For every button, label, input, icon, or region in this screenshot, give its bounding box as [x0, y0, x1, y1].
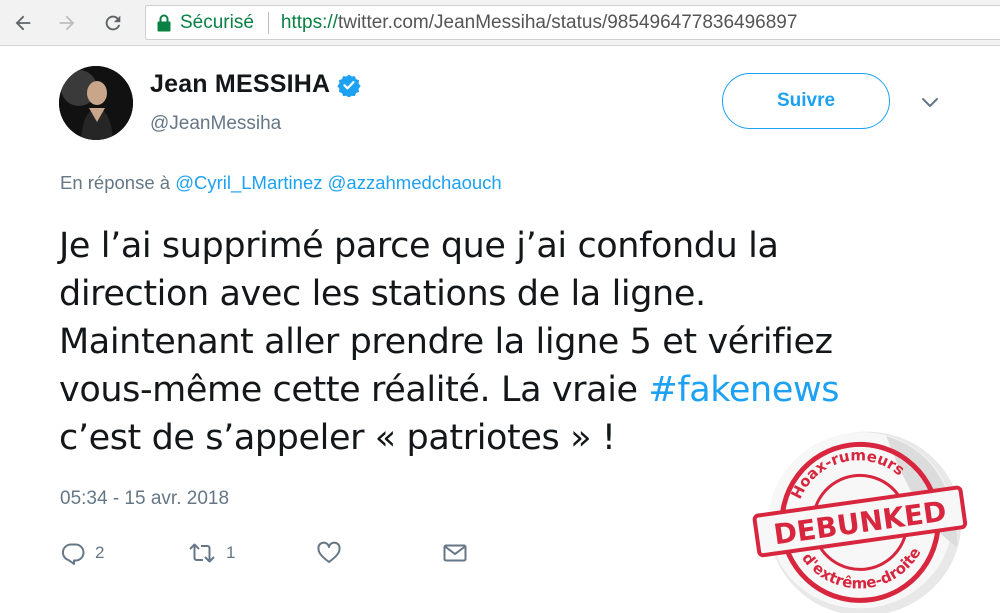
reload-button[interactable] [98, 8, 128, 38]
reply-count: 2 [95, 543, 105, 562]
secure-label: Sécurisé [180, 11, 254, 33]
reply-context: En réponse à @Cyril_LMartinez @azzahmedc… [60, 172, 502, 194]
reload-icon [105, 15, 121, 31]
forward-button[interactable] [52, 8, 82, 38]
tweet-text-line: Maintenant aller prendre la ligne 5 et v… [59, 322, 833, 362]
hashtag-link[interactable]: #fakenews [648, 370, 839, 410]
message-action[interactable] [442, 540, 468, 566]
avatar-photo [59, 66, 133, 140]
url-path: twitter.com/JeanMessiha/status/985496477… [337, 11, 798, 33]
retweet-count: 1 [226, 543, 236, 562]
retweet-icon [189, 543, 215, 563]
reply-prefix: En réponse à [60, 172, 171, 193]
author-name-row: Jean MESSIHA [150, 70, 361, 99]
reply-icon [61, 543, 85, 565]
author-name[interactable]: Jean MESSIHA [150, 70, 330, 99]
chevron-down-icon[interactable] [917, 92, 943, 112]
verified-badge-icon [337, 74, 361, 97]
lock-icon [157, 14, 171, 31]
arrow-left-icon [15, 15, 31, 31]
url-scheme: https:// [280, 11, 338, 33]
follow-button[interactable]: Suivre [722, 73, 890, 129]
tweet-text-line: Je l’ai supprimé parce que j’ai confondu… [59, 226, 779, 266]
reply-action[interactable]: 2 [60, 540, 104, 566]
like-action[interactable] [316, 540, 342, 566]
mention-link[interactable]: @azzahmedchaouch [328, 172, 502, 193]
tweet-text-fragment: vous-même cette réalité. La vraie [59, 370, 649, 410]
avatar[interactable] [59, 66, 133, 140]
address-separator [267, 11, 269, 34]
browser-toolbar: Sécurisé https://twitter.com/JeanMessiha… [0, 0, 1000, 46]
tweet-text-line: direction avec les stations de la ligne. [59, 274, 706, 314]
address-bar[interactable]: Sécurisé https://twitter.com/JeanMessiha… [145, 5, 1000, 40]
heart-icon [317, 541, 341, 563]
mention-link[interactable]: @Cyril_LMartinez [175, 172, 322, 193]
envelope-icon [443, 544, 467, 562]
tweet-timestamp[interactable]: 05:34 - 15 avr. 2018 [60, 488, 229, 510]
tweet-text-line: vous-même cette réalité. La vraie #faken… [59, 366, 939, 414]
debunked-stamp: DEBUNKED Hoax-rumeurs d'extrême-droite [752, 431, 968, 613]
arrow-right-icon [59, 15, 75, 31]
author-handle[interactable]: @JeanMessiha [150, 113, 281, 135]
retweet-action[interactable]: 1 [187, 540, 235, 566]
back-button[interactable] [8, 8, 38, 38]
